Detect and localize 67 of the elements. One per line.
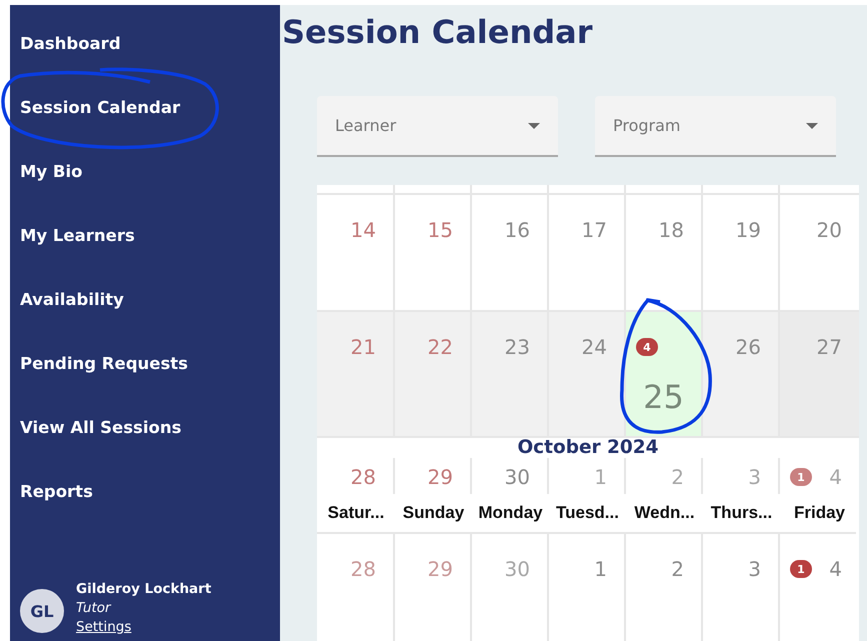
weekday-header: Thurs... — [710, 503, 774, 523]
day-cell[interactable]: 28 — [317, 534, 395, 641]
day-cell[interactable]: 29 — [395, 534, 472, 641]
weekday-header: Wedn... — [633, 503, 696, 523]
session-count-badge: 1 — [790, 560, 812, 578]
weekday-header: Friday — [792, 503, 846, 523]
day-cell[interactable]: 4 25 — [626, 312, 703, 436]
day-cell[interactable]: 3 — [703, 534, 780, 641]
day-number: 18 — [658, 218, 684, 242]
page-title: Session Calendar — [282, 12, 593, 53]
user-name: Gilderoy Lockhart — [76, 581, 212, 597]
day-number: 21 — [350, 335, 376, 359]
nav-item[interactable]: Pending Requests — [20, 352, 188, 416]
weekday-header: Monday — [477, 503, 544, 523]
day-number: 1 — [594, 557, 607, 581]
day-cell[interactable]: 1 4 — [780, 534, 859, 641]
day-cell[interactable]: 27 — [780, 312, 859, 436]
day-number: 3 — [748, 465, 761, 489]
day-number: 28 — [350, 557, 376, 581]
weekday-header: Tuesd... — [555, 503, 620, 523]
nav-item[interactable]: My Bio — [20, 160, 82, 224]
day-number: 1 — [594, 465, 607, 489]
day-number: 23 — [504, 335, 530, 359]
day-number: 15 — [428, 218, 453, 242]
session-count-badge: 1 — [790, 468, 812, 486]
day-number: 27 — [816, 335, 842, 359]
filter-dropdown[interactable]: Learner — [317, 96, 558, 157]
day-number: 29 — [428, 465, 453, 489]
day-number: 4 — [829, 557, 842, 581]
day-number: 2 — [671, 465, 684, 489]
nav-item[interactable]: View All Sessions — [20, 416, 182, 480]
day-cell[interactable]: 2 — [626, 534, 703, 641]
settings-link[interactable]: Settings — [76, 619, 212, 635]
day-number: 20 — [816, 218, 842, 242]
weekday-header: Satur... — [326, 503, 386, 523]
day-number: 28 — [350, 465, 376, 489]
day-number: 29 — [428, 557, 453, 581]
day-number: 4 — [829, 465, 842, 489]
nav-item[interactable]: Session Calendar — [20, 96, 180, 160]
day-number: 3 — [748, 557, 761, 581]
filter-dropdown[interactable]: Program — [595, 96, 836, 157]
user-avatar: GL — [20, 589, 64, 633]
day-number: 2 — [671, 557, 684, 581]
caret-icon — [806, 122, 818, 128]
day-cell[interactable]: 30 — [472, 534, 549, 641]
nav-item[interactable]: Reports — [20, 480, 93, 544]
day-number: 30 — [504, 465, 530, 489]
day-number: 30 — [504, 557, 530, 581]
day-number: 17 — [582, 218, 607, 242]
user-role: Tutor — [76, 600, 112, 616]
day-cell[interactable]: 20 — [780, 195, 859, 310]
day-cell[interactable]: 1 4 — [780, 458, 859, 494]
nav-item[interactable]: Dashboard — [20, 32, 121, 96]
weekday-header: Sunday — [402, 503, 466, 523]
day-number: 25 — [643, 378, 684, 416]
day-number: 19 — [736, 218, 761, 242]
nav-item[interactable]: Availability — [20, 288, 124, 352]
caret-icon — [528, 122, 540, 128]
day-number: 22 — [428, 335, 453, 359]
day-cell[interactable]: 1 — [549, 534, 626, 641]
session-count-badge: 4 — [636, 338, 658, 356]
day-number: 16 — [504, 218, 530, 242]
day-number: 26 — [736, 335, 761, 359]
month-title: October 2024 — [517, 438, 659, 458]
day-number: 14 — [350, 218, 376, 242]
day-number: 24 — [582, 335, 607, 359]
nav-item[interactable]: My Learners — [20, 224, 135, 288]
